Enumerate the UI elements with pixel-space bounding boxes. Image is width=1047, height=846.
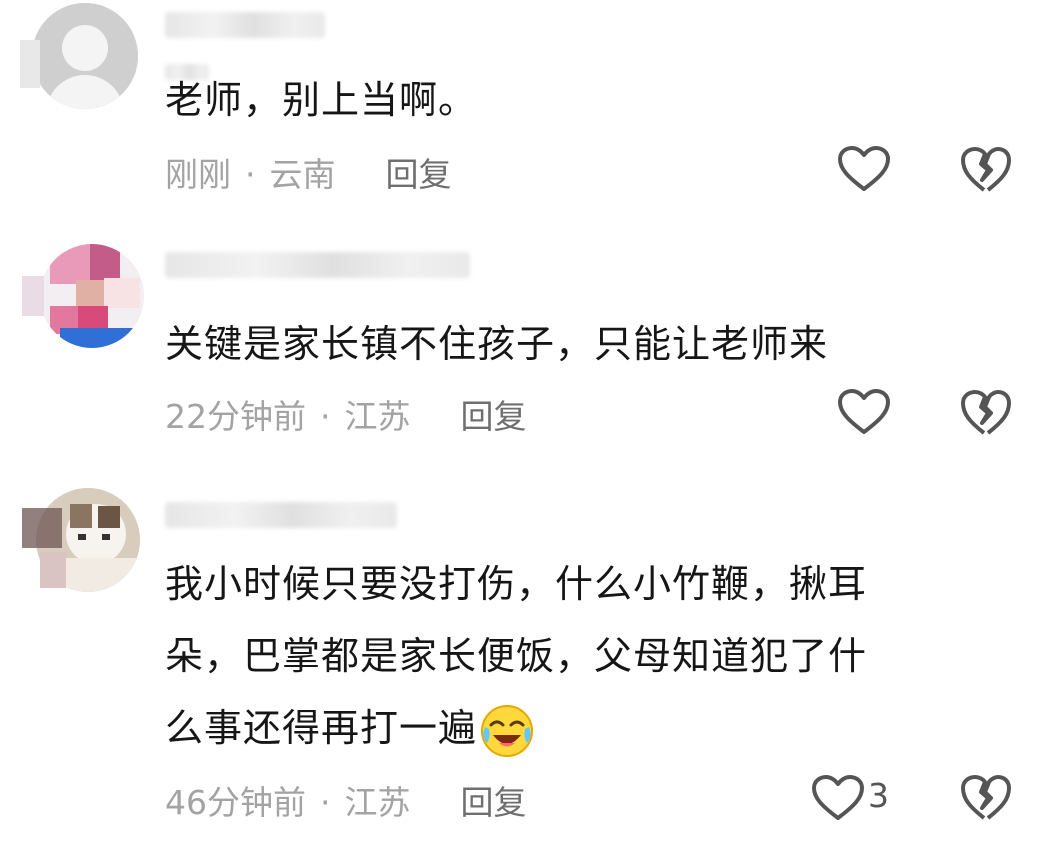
reply-button[interactable]: 回复 bbox=[461, 397, 527, 436]
comment-item: 我小时候只要没打伤，什么小竹鞭，揪耳 朵，巴掌都是家长便饭，父母知道犯了什 么事… bbox=[0, 480, 1047, 846]
comment-location: 江苏 bbox=[344, 783, 411, 822]
reply-button[interactable]: 回复 bbox=[386, 155, 452, 194]
comment-time: 刚刚 bbox=[165, 155, 231, 194]
comment-location: 江苏 bbox=[344, 397, 411, 436]
meta-separator: · bbox=[320, 397, 331, 436]
meta-separator: · bbox=[320, 783, 331, 822]
comment-text: 关键是家长镇不住孩子，只能让老师来 bbox=[165, 322, 829, 366]
avatar-blur bbox=[20, 40, 40, 88]
heart-outline-icon[interactable] bbox=[810, 774, 866, 822]
broken-heart-icon[interactable] bbox=[960, 388, 1012, 438]
avatar-blur bbox=[40, 552, 66, 588]
comment-meta: 刚刚 · 云南 回复 bbox=[165, 148, 452, 196]
crying-laughing-emoji-icon bbox=[481, 704, 534, 757]
like-count: 3 bbox=[868, 776, 889, 815]
avatar[interactable] bbox=[40, 244, 144, 348]
username-redacted[interactable] bbox=[165, 502, 397, 528]
comment-time: 22分钟前 bbox=[165, 397, 306, 436]
comment-location: 云南 bbox=[269, 155, 336, 194]
reply-button[interactable]: 回复 bbox=[461, 783, 527, 822]
avatar[interactable] bbox=[32, 3, 138, 109]
comment-text: 老师，别上当啊。 bbox=[165, 78, 478, 122]
username-redacted[interactable] bbox=[165, 252, 470, 278]
broken-heart-icon[interactable] bbox=[960, 145, 1012, 195]
avatar-blur bbox=[22, 508, 62, 548]
comment-time: 46分钟前 bbox=[165, 783, 306, 822]
avatar-blur bbox=[22, 276, 44, 316]
username-redacted[interactable] bbox=[165, 12, 325, 38]
heart-outline-icon[interactable] bbox=[836, 145, 892, 193]
meta-separator: · bbox=[245, 155, 256, 194]
comment-text: 我小时候只要没打伤，什么小竹鞭，揪耳 朵，巴掌都是家长便饭，父母知道犯了什 么事… bbox=[165, 548, 1005, 764]
comment-meta: 46分钟前 · 江苏 回复 bbox=[165, 776, 527, 824]
comment-item: 关键是家长镇不住孩子，只能让老师来 22分钟前 · 江苏 回复 bbox=[0, 230, 1047, 480]
comment-item: 老师，别上当啊。 刚刚 · 云南 回复 bbox=[0, 0, 1047, 230]
comment-meta: 22分钟前 · 江苏 回复 bbox=[165, 390, 527, 438]
broken-heart-icon[interactable] bbox=[960, 773, 1012, 823]
heart-outline-icon[interactable] bbox=[836, 388, 892, 436]
